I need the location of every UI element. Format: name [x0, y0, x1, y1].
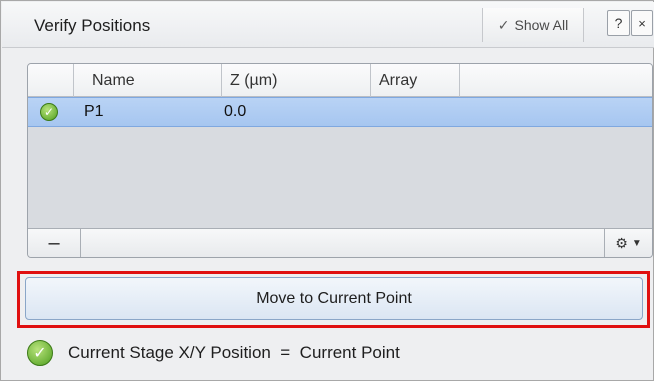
show-all-button[interactable]: ✓ Show All: [482, 8, 584, 42]
table-footer: – ⚙ ▼: [28, 228, 652, 257]
column-header-z[interactable]: Z (µm): [222, 64, 371, 97]
minus-icon: –: [48, 231, 60, 254]
row-name: P1: [84, 103, 104, 120]
help-icon: ?: [614, 15, 623, 31]
close-icon: ×: [638, 15, 646, 31]
positions-table: Name Z (µm) Array ✓ P1 0.0 – ⚙ ▼: [27, 63, 653, 258]
help-button[interactable]: ?: [607, 10, 630, 36]
stage-position-status: Current Stage X/Y Position = Current Poi…: [68, 343, 400, 362]
column-header-name[interactable]: Name: [74, 64, 222, 97]
verify-positions-panel: Verify Positions ✓ Show All ? × Name Z (…: [0, 0, 654, 381]
column-header-status[interactable]: [28, 64, 74, 97]
ok-status-icon: ✓: [40, 103, 58, 121]
row-z: 0.0: [224, 103, 247, 120]
table-header: Name Z (µm) Array: [28, 64, 652, 97]
gear-icon: ⚙: [615, 234, 628, 251]
table-row[interactable]: ✓ P1 0.0: [28, 97, 652, 127]
options-menu-button[interactable]: ⚙ ▼: [604, 229, 652, 257]
panel-title: Verify Positions: [34, 16, 151, 35]
ok-status-icon: ✓: [27, 340, 53, 366]
close-button[interactable]: ×: [631, 10, 653, 36]
dropdown-arrow-icon: ▼: [631, 237, 642, 249]
remove-position-button[interactable]: –: [28, 229, 81, 257]
checkmark-icon: ✓: [497, 16, 510, 33]
panel-header: Verify Positions ✓ Show All ? ×: [2, 2, 654, 48]
column-header-array[interactable]: Array: [371, 64, 460, 97]
show-all-label: Show All: [514, 17, 569, 33]
move-to-current-point-button[interactable]: Move to Current Point: [25, 277, 643, 320]
